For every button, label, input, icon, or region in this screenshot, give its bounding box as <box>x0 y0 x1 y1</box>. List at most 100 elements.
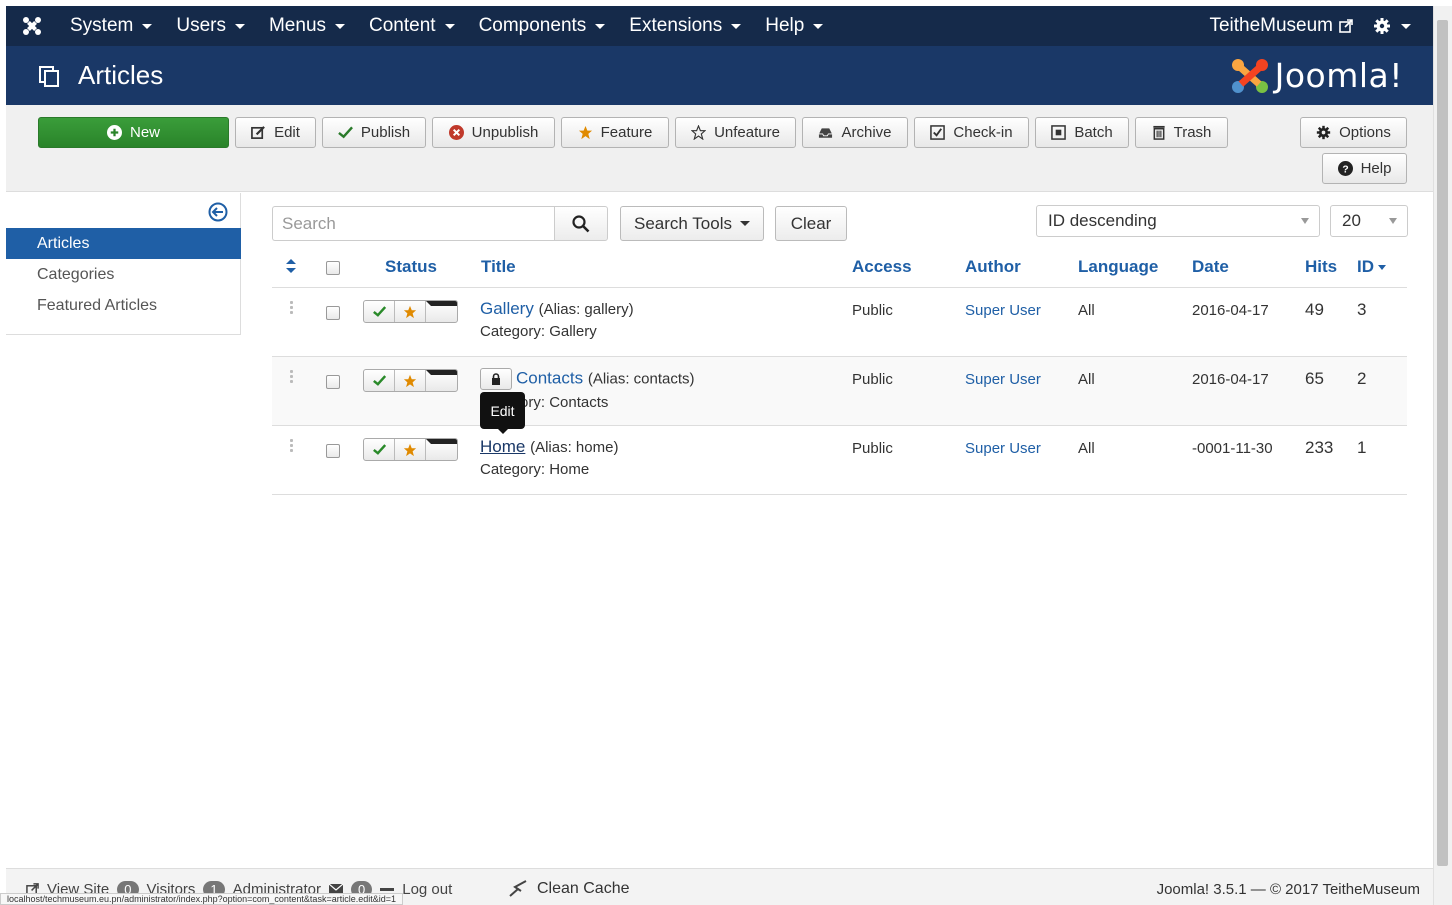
ordering-select[interactable]: ID descending <box>1036 205 1320 237</box>
button-label: Clear <box>790 213 832 233</box>
drag-handle-icon[interactable] <box>290 301 293 316</box>
star-icon <box>578 125 592 140</box>
column-access[interactable]: Access <box>852 257 912 277</box>
unpublish-button[interactable]: Unpublish <box>432 117 555 148</box>
edit-button[interactable]: Edit <box>235 117 316 148</box>
menu-users[interactable]: Users <box>164 15 257 37</box>
table-row: Contacts (Alias: contacts) Category: Con… <box>272 357 1407 426</box>
caret-down-icon <box>426 301 457 322</box>
published-check-icon[interactable] <box>364 439 395 460</box>
drag-handle-icon[interactable] <box>290 439 293 454</box>
clean-cache-button[interactable]: Clean Cache <box>508 880 630 898</box>
feature-button[interactable]: Feature <box>561 117 669 148</box>
row-checkbox[interactable] <box>326 375 340 389</box>
article-title-link[interactable]: Contacts <box>516 368 583 387</box>
archive-button[interactable]: Archive <box>802 117 908 148</box>
status-button-group <box>363 369 458 392</box>
toolbar: New Edit Publish Unpublish Feature Unfea… <box>6 105 1433 192</box>
caret-down-icon <box>335 23 346 29</box>
article-title-link[interactable]: Home <box>480 437 525 456</box>
unfeature-button[interactable]: Unfeature <box>675 117 796 148</box>
actions-dropdown-toggle[interactable] <box>426 301 457 322</box>
select-all-checkbox[interactable] <box>326 261 340 275</box>
actions-dropdown-toggle[interactable] <box>426 370 457 391</box>
trash-button[interactable]: Trash <box>1135 117 1228 148</box>
language-cell: All <box>1078 371 1095 388</box>
collapse-sidebar-icon[interactable] <box>208 202 228 227</box>
sidebar-item-articles[interactable]: Articles <box>6 228 241 259</box>
button-label: Batch <box>1074 124 1113 141</box>
column-author[interactable]: Author <box>965 257 1021 277</box>
status-button-group <box>363 438 458 461</box>
menu-help[interactable]: Help <box>753 15 835 37</box>
access-cell: Public <box>852 302 893 319</box>
date-cell: -0001-11-30 <box>1192 440 1273 457</box>
column-hits[interactable]: Hits <box>1305 257 1337 277</box>
search-tools-button[interactable]: Search Tools <box>620 206 764 241</box>
button-label: Help <box>1360 160 1392 177</box>
button-label: Unfeature <box>714 124 780 141</box>
page-header: Articles Joomla! <box>6 46 1433 105</box>
menu-extensions[interactable]: Extensions <box>617 15 753 37</box>
column-status[interactable]: Status <box>385 257 437 277</box>
menu-components[interactable]: Components <box>467 15 618 37</box>
actions-dropdown-toggle[interactable] <box>426 439 457 460</box>
hits-cell: 49 <box>1305 300 1324 319</box>
sidebar-item-featured-articles[interactable]: Featured Articles <box>6 290 241 321</box>
new-button[interactable]: New <box>38 117 229 148</box>
menu-label: Users <box>176 15 226 36</box>
page: { "topnav": { "menu": ["System", "Users"… <box>0 0 1452 905</box>
drag-handle-icon[interactable] <box>290 370 293 385</box>
ordering-sort-icon[interactable] <box>286 258 296 278</box>
svg-text:?: ? <box>1342 164 1348 175</box>
row-checkbox[interactable] <box>326 306 340 320</box>
menu-content[interactable]: Content <box>357 15 467 37</box>
archive-icon <box>819 127 833 138</box>
joomla-admin-icon[interactable] <box>6 15 58 37</box>
column-date[interactable]: Date <box>1192 257 1229 277</box>
published-check-icon[interactable] <box>364 301 395 322</box>
search-button[interactable] <box>554 206 608 241</box>
sidebar-item-categories[interactable]: Categories <box>6 259 241 290</box>
checkin-button[interactable]: Check-in <box>914 117 1029 148</box>
options-button[interactable]: Options <box>1300 117 1407 148</box>
search-input[interactable]: Search <box>272 206 555 241</box>
menu-menus[interactable]: Menus <box>257 15 357 37</box>
checked-out-lock-icon[interactable] <box>480 368 512 390</box>
featured-star-icon[interactable] <box>395 370 426 391</box>
access-cell: Public <box>852 440 893 457</box>
site-name-link[interactable]: TeitheMuseum <box>1209 15 1353 37</box>
author-link[interactable]: Super User <box>965 371 1041 388</box>
clear-button[interactable]: Clear <box>775 206 847 241</box>
date-cell: 2016-04-17 <box>1192 302 1269 319</box>
brand-name: Joomla! <box>1274 56 1403 95</box>
help-button[interactable]: ? Help <box>1322 153 1407 184</box>
featured-star-icon[interactable] <box>395 301 426 322</box>
menu-system[interactable]: System <box>58 15 164 37</box>
article-category: Category: Gallery <box>480 323 597 340</box>
search-placeholder: Search <box>282 213 336 233</box>
id-cell: 1 <box>1357 438 1367 457</box>
caret-down-icon <box>444 23 455 29</box>
article-title-link[interactable]: Gallery <box>480 299 534 318</box>
vertical-scrollbar[interactable] <box>1433 6 1452 905</box>
user-settings-menu[interactable] <box>1373 17 1411 35</box>
batch-button[interactable]: Batch <box>1035 117 1129 148</box>
author-link[interactable]: Super User <box>965 440 1041 457</box>
published-check-icon[interactable] <box>364 370 395 391</box>
caret-down-icon <box>813 23 824 29</box>
language-cell: All <box>1078 440 1095 457</box>
column-id[interactable]: ID <box>1357 257 1386 277</box>
logout-link[interactable]: Log out <box>402 881 452 898</box>
button-label: Publish <box>360 124 411 141</box>
page-title: Articles <box>78 60 164 90</box>
row-checkbox[interactable] <box>326 444 340 458</box>
featured-star-icon[interactable] <box>395 439 426 460</box>
scrollbar-thumb[interactable] <box>1437 20 1448 866</box>
search-icon <box>572 214 590 232</box>
publish-button[interactable]: Publish <box>322 117 426 148</box>
column-language[interactable]: Language <box>1078 257 1158 277</box>
limit-select[interactable]: 20 <box>1330 205 1408 237</box>
author-link[interactable]: Super User <box>965 302 1041 319</box>
column-title[interactable]: Title <box>481 257 516 277</box>
